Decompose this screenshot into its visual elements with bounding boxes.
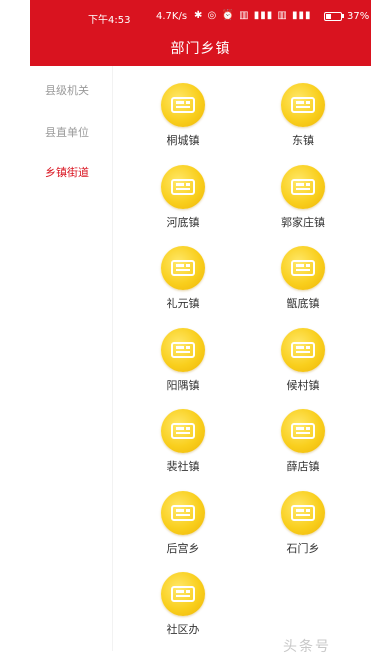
town-label: 后宫乡 <box>166 541 200 555</box>
town-label: 社区办 <box>166 623 200 636</box>
town-label: 阳隅镇 <box>166 378 200 392</box>
sidebar-item-county-units[interactable]: 县直单位 <box>45 124 89 140</box>
sidebar-item-county-agencies[interactable]: 县级机关 <box>45 82 89 98</box>
building-icon <box>281 327 325 372</box>
town-item[interactable]: 东镇 <box>263 83 343 159</box>
town-item[interactable]: 礼元镇 <box>143 246 223 322</box>
town-label: 河底镇 <box>166 215 200 229</box>
status-time: 下午4:53 <box>88 15 131 26</box>
town-item[interactable]: 薛店镇 <box>263 409 343 485</box>
category-sidebar: 县级机关 县直单位 乡镇街道 <box>30 66 113 651</box>
town-item[interactable]: 石门乡 <box>263 490 343 567</box>
building-icon <box>161 327 205 372</box>
building-icon <box>161 409 205 453</box>
town-item[interactable]: 社区办 <box>143 572 223 648</box>
watermark: 头条号 <box>283 639 331 655</box>
building-icon <box>281 83 325 127</box>
sidebar-item-towns[interactable]: 乡镇街道 <box>45 164 89 180</box>
building-icon <box>161 490 205 535</box>
town-item[interactable]: 甑底镇 <box>263 246 343 322</box>
building-icon <box>281 246 325 290</box>
town-item[interactable]: 裴社镇 <box>143 409 223 485</box>
building-icon <box>281 164 325 209</box>
building-icon <box>161 572 205 616</box>
town-label: 郭家庄镇 <box>281 215 325 229</box>
town-label: 石门乡 <box>286 541 320 555</box>
page-title: 部门乡镇 <box>170 41 231 57</box>
building-icon <box>281 409 325 453</box>
town-item[interactable]: 桐城镇 <box>143 83 223 159</box>
town-label: 桐城镇 <box>166 134 200 147</box>
town-item[interactable]: 候村镇 <box>263 327 343 404</box>
town-label: 薛店镇 <box>286 460 320 473</box>
building-icon <box>161 246 205 290</box>
town-label: 甑底镇 <box>286 297 320 310</box>
status-icons: ✱ ◎ ⏰ ▥ ▮▮▮ ▥ ▮▮▮ <box>194 10 312 21</box>
town-item[interactable]: 河底镇 <box>143 164 223 241</box>
battery-level <box>326 14 331 19</box>
town-item[interactable]: 后宫乡 <box>143 490 223 567</box>
town-label: 东镇 <box>292 134 314 147</box>
app-header: 下午4:53 4.7K/s ✱ ◎ ⏰ ▥ ▮▮▮ ▥ ▮▮▮ 37% 部门乡镇 <box>30 0 371 66</box>
status-bar: 下午4:53 4.7K/s ✱ ◎ ⏰ ▥ ▮▮▮ ▥ ▮▮▮ 37% <box>30 0 371 32</box>
town-item[interactable]: 郭家庄镇 <box>263 164 343 241</box>
building-icon <box>281 490 325 535</box>
battery-tip <box>342 14 344 18</box>
town-label: 候村镇 <box>286 378 320 392</box>
town-item[interactable]: 阳隅镇 <box>143 327 223 404</box>
status-net-speed: 4.7K/s <box>156 11 188 22</box>
town-label: 裴社镇 <box>166 460 200 473</box>
battery-icon <box>324 12 342 21</box>
battery-percent: 37% <box>347 11 370 22</box>
town-label: 礼元镇 <box>166 297 200 310</box>
building-icon <box>161 83 205 127</box>
building-icon <box>161 164 205 209</box>
